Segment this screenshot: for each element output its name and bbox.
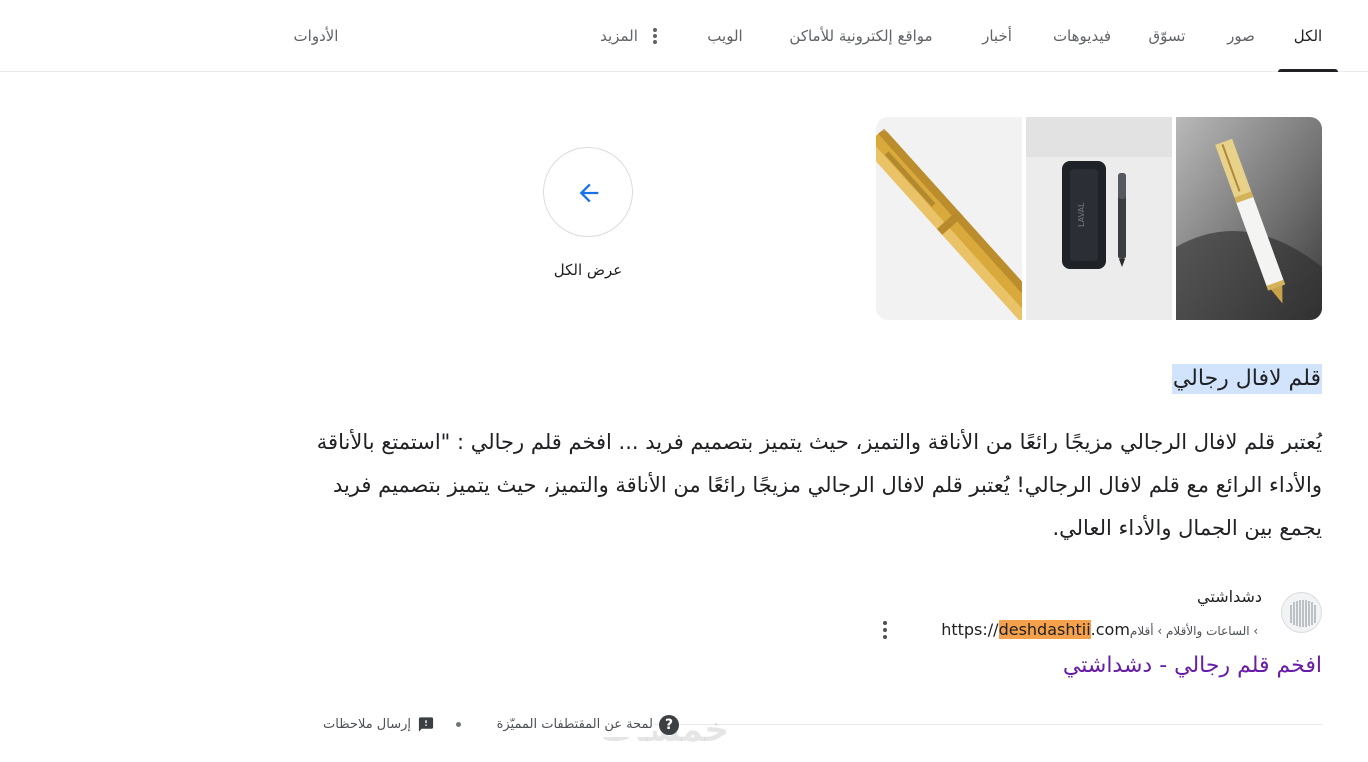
view-all-label[interactable]: عرض الكل [520, 261, 656, 279]
tab-news[interactable]: أخبار [970, 0, 1024, 72]
arrow-left-icon [579, 183, 599, 203]
featured-snippet-title: قلم لافال رجالي [1171, 364, 1322, 394]
url-breadcrumb-path: › الساعات والأقلام › أقلام [1129, 624, 1262, 638]
site-favicon [1281, 592, 1322, 633]
url-suffix: .com [1090, 620, 1130, 639]
url-domain-highlight: deshdashtii [998, 620, 1091, 639]
featured-snippet-text: يُعتبر قلم لافال الرجالي مزيجًا رائعًا م… [316, 430, 1322, 540]
pen-image-gold[interactable] [876, 117, 1022, 320]
result-title-link[interactable]: افخم قلم رجالي - دشداشتي [1063, 650, 1322, 682]
tab-videos[interactable]: فيديوهات [1044, 0, 1120, 72]
tab-images[interactable]: صور [1214, 0, 1268, 72]
site-name[interactable]: دشداشتي [1197, 587, 1262, 606]
separator-dot [456, 722, 461, 727]
feedback-icon[interactable] [417, 716, 435, 733]
pen-image-white[interactable] [1176, 117, 1322, 320]
more-vert-icon[interactable] [653, 28, 657, 44]
search-tabs-bar: الكل صور تسوّق فيديوهات أخبار مواقع إلكت… [0, 0, 1368, 72]
tools-button[interactable]: الأدوات [280, 0, 352, 72]
view-all-button[interactable] [543, 147, 633, 237]
svg-text:LAVAL: LAVAL [1077, 202, 1086, 227]
tab-places[interactable]: مواقع إلكترونية للأماكن [772, 0, 950, 72]
tab-all[interactable]: الكل [1278, 0, 1338, 72]
tab-web[interactable]: الويب [698, 0, 752, 72]
image-carousel: LAVAL [876, 117, 1322, 320]
tab-shopping[interactable]: تسوّق [1140, 0, 1194, 72]
help-question-icon[interactable]: ? [659, 715, 679, 735]
tab-more[interactable]: المزيد [590, 0, 648, 72]
pen-box-image[interactable]: LAVAL [1026, 117, 1172, 320]
result-menu-icon[interactable] [882, 621, 888, 641]
about-featured-snippets-link[interactable]: لمحة عن المقتطفات المميّزة [481, 713, 653, 737]
send-feedback-link[interactable]: إرسال ملاحظات [303, 713, 411, 737]
result-url[interactable]: https://deshdashtii.com › الساعات والأقل… [941, 620, 1262, 644]
url-prefix: https:// [941, 620, 999, 639]
